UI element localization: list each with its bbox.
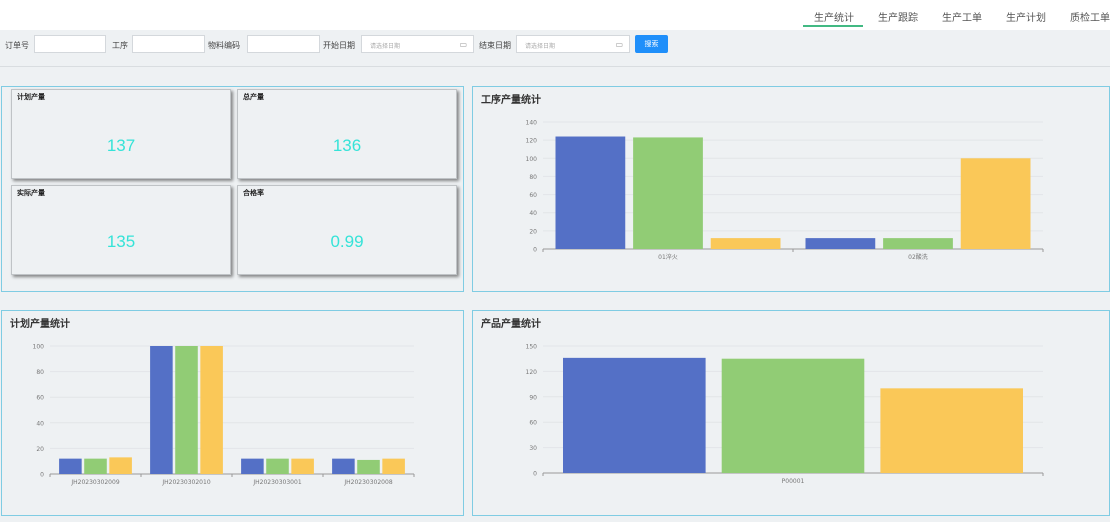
start-date-placeholder: 请选择日期 <box>370 43 401 50</box>
top-nav: 生产统计 生产跟踪 生产工单 生产计划 质检工单 <box>0 0 1110 30</box>
bar <box>880 388 1023 473</box>
bar <box>109 457 132 474</box>
tab-production-plan[interactable]: 生产计划 <box>1006 9 1046 24</box>
total-output-value: 136 <box>332 136 362 155</box>
y-tick-label: 0 <box>40 472 44 479</box>
pass-rate-card: 合格率 0.99 <box>237 185 457 275</box>
y-tick-label: 100 <box>33 344 45 351</box>
plan-output-chart: 0 20 40 60 80 100 JH20230302009 JH20230302010 JH… <box>33 344 415 486</box>
x-tick-label: JH20230302008 <box>343 479 392 486</box>
search-bar: 订单号 工序 物料编码 开始日期 请选择日期 ▭ 结束日期 请选择日期 ▭ <box>0 30 1110 60</box>
bar <box>382 458 405 474</box>
bar <box>563 357 706 473</box>
stats-panel: 计划产量 137 总产量 136 实际产量 135 合格率 0.99 <box>1 86 464 292</box>
bar <box>357 459 380 474</box>
total-output-label: 总产量 <box>243 93 264 101</box>
planned-output-value: 137 <box>106 136 136 155</box>
x-tick-label: JH20230302009 <box>70 479 119 486</box>
end-date-label: 结束日期 <box>479 41 511 50</box>
start-date-picker[interactable]: 请选择日期 ▭ <box>361 35 474 53</box>
bar <box>633 137 703 249</box>
plan-output-panel: 计划产量统计 0 20 40 60 80 100 JH20230302009 JH202303… <box>1 310 464 516</box>
y-tick-label: 60 <box>36 395 44 402</box>
product-output-chart: 0 30 60 90 120 150 P00001 <box>526 344 1044 485</box>
tab-quality-orders[interactable]: 质检工单 <box>1070 9 1110 24</box>
pass-rate-label: 合格率 <box>243 189 264 197</box>
y-tick-label: 60 <box>529 192 537 199</box>
bar <box>291 458 314 474</box>
x-tick-label: 02酸洗 <box>908 253 928 261</box>
bar <box>59 458 82 474</box>
material-code-input[interactable] <box>247 35 320 53</box>
y-tick-label: 80 <box>529 174 537 181</box>
bar <box>241 458 264 474</box>
product-output-panel: 产品产量统计 0 30 60 90 120 150 P00001 <box>472 310 1110 516</box>
bar <box>150 346 173 474</box>
bar <box>710 238 781 249</box>
y-tick-label: 20 <box>36 446 44 453</box>
bar <box>805 238 876 249</box>
end-date-picker[interactable]: 请选择日期 ▭ <box>516 35 630 53</box>
process-label: 工序 <box>112 41 128 50</box>
y-tick-label: 30 <box>529 445 537 452</box>
y-tick-label: 90 <box>529 394 537 401</box>
process-output-chart: 0 20 40 60 80 100 120 140 01淬火 02酸洗 <box>526 120 1044 261</box>
x-tick-label: P00001 <box>782 478 805 485</box>
bar <box>175 346 198 474</box>
search-button[interactable]: 搜索 <box>635 35 668 53</box>
y-tick-label: 80 <box>36 369 44 376</box>
material-code-label: 物料编码 <box>208 41 240 50</box>
y-tick-label: 0 <box>533 247 537 254</box>
bar <box>332 458 355 474</box>
bar <box>555 136 626 249</box>
start-date-label: 开始日期 <box>323 41 355 50</box>
x-tick-label: JH20230303001 <box>252 479 301 486</box>
order-number-label: 订单号 <box>5 41 29 50</box>
y-tick-label: 120 <box>526 369 538 376</box>
bar <box>200 346 223 474</box>
bar <box>84 458 107 474</box>
y-tick-label: 60 <box>529 420 537 427</box>
bar <box>721 358 865 473</box>
y-tick-label: 150 <box>526 344 538 351</box>
y-tick-label: 40 <box>529 210 537 217</box>
x-tick-label: 01淬火 <box>658 253 678 261</box>
order-number-input[interactable] <box>34 35 106 53</box>
total-output-card: 总产量 136 <box>237 89 457 179</box>
y-tick-label: 120 <box>526 138 538 145</box>
tab-production-orders[interactable]: 生产工单 <box>942 9 982 24</box>
y-tick-label: 140 <box>526 120 538 127</box>
tab-production-stats[interactable]: 生产统计 <box>814 9 854 24</box>
planned-output-card: 计划产量 137 <box>11 89 231 179</box>
bar <box>883 238 953 249</box>
divider <box>0 66 1110 67</box>
actual-output-value: 135 <box>106 232 136 251</box>
actual-output-label: 实际产量 <box>17 189 45 197</box>
y-tick-label: 20 <box>529 228 537 235</box>
y-tick-label: 0 <box>533 471 537 478</box>
y-tick-label: 40 <box>36 420 44 427</box>
actual-output-card: 实际产量 135 <box>11 185 231 275</box>
process-output-panel: 工序产量统计 0 20 40 60 80 100 120 140 01淬火 02酸洗 <box>472 86 1110 292</box>
process-input[interactable] <box>132 35 205 53</box>
bar <box>960 158 1031 249</box>
calendar-icon: ▭ <box>459 40 467 49</box>
x-tick-label: JH20230302010 <box>161 479 210 486</box>
end-date-placeholder: 请选择日期 <box>525 43 556 50</box>
calendar-icon: ▭ <box>615 40 623 49</box>
y-tick-label: 100 <box>526 156 538 163</box>
planned-output-label: 计划产量 <box>17 93 45 101</box>
active-tab-indicator <box>803 25 863 27</box>
bar <box>266 458 289 474</box>
tab-production-tracking[interactable]: 生产跟踪 <box>878 9 918 24</box>
pass-rate-value: 0.99 <box>330 232 364 251</box>
